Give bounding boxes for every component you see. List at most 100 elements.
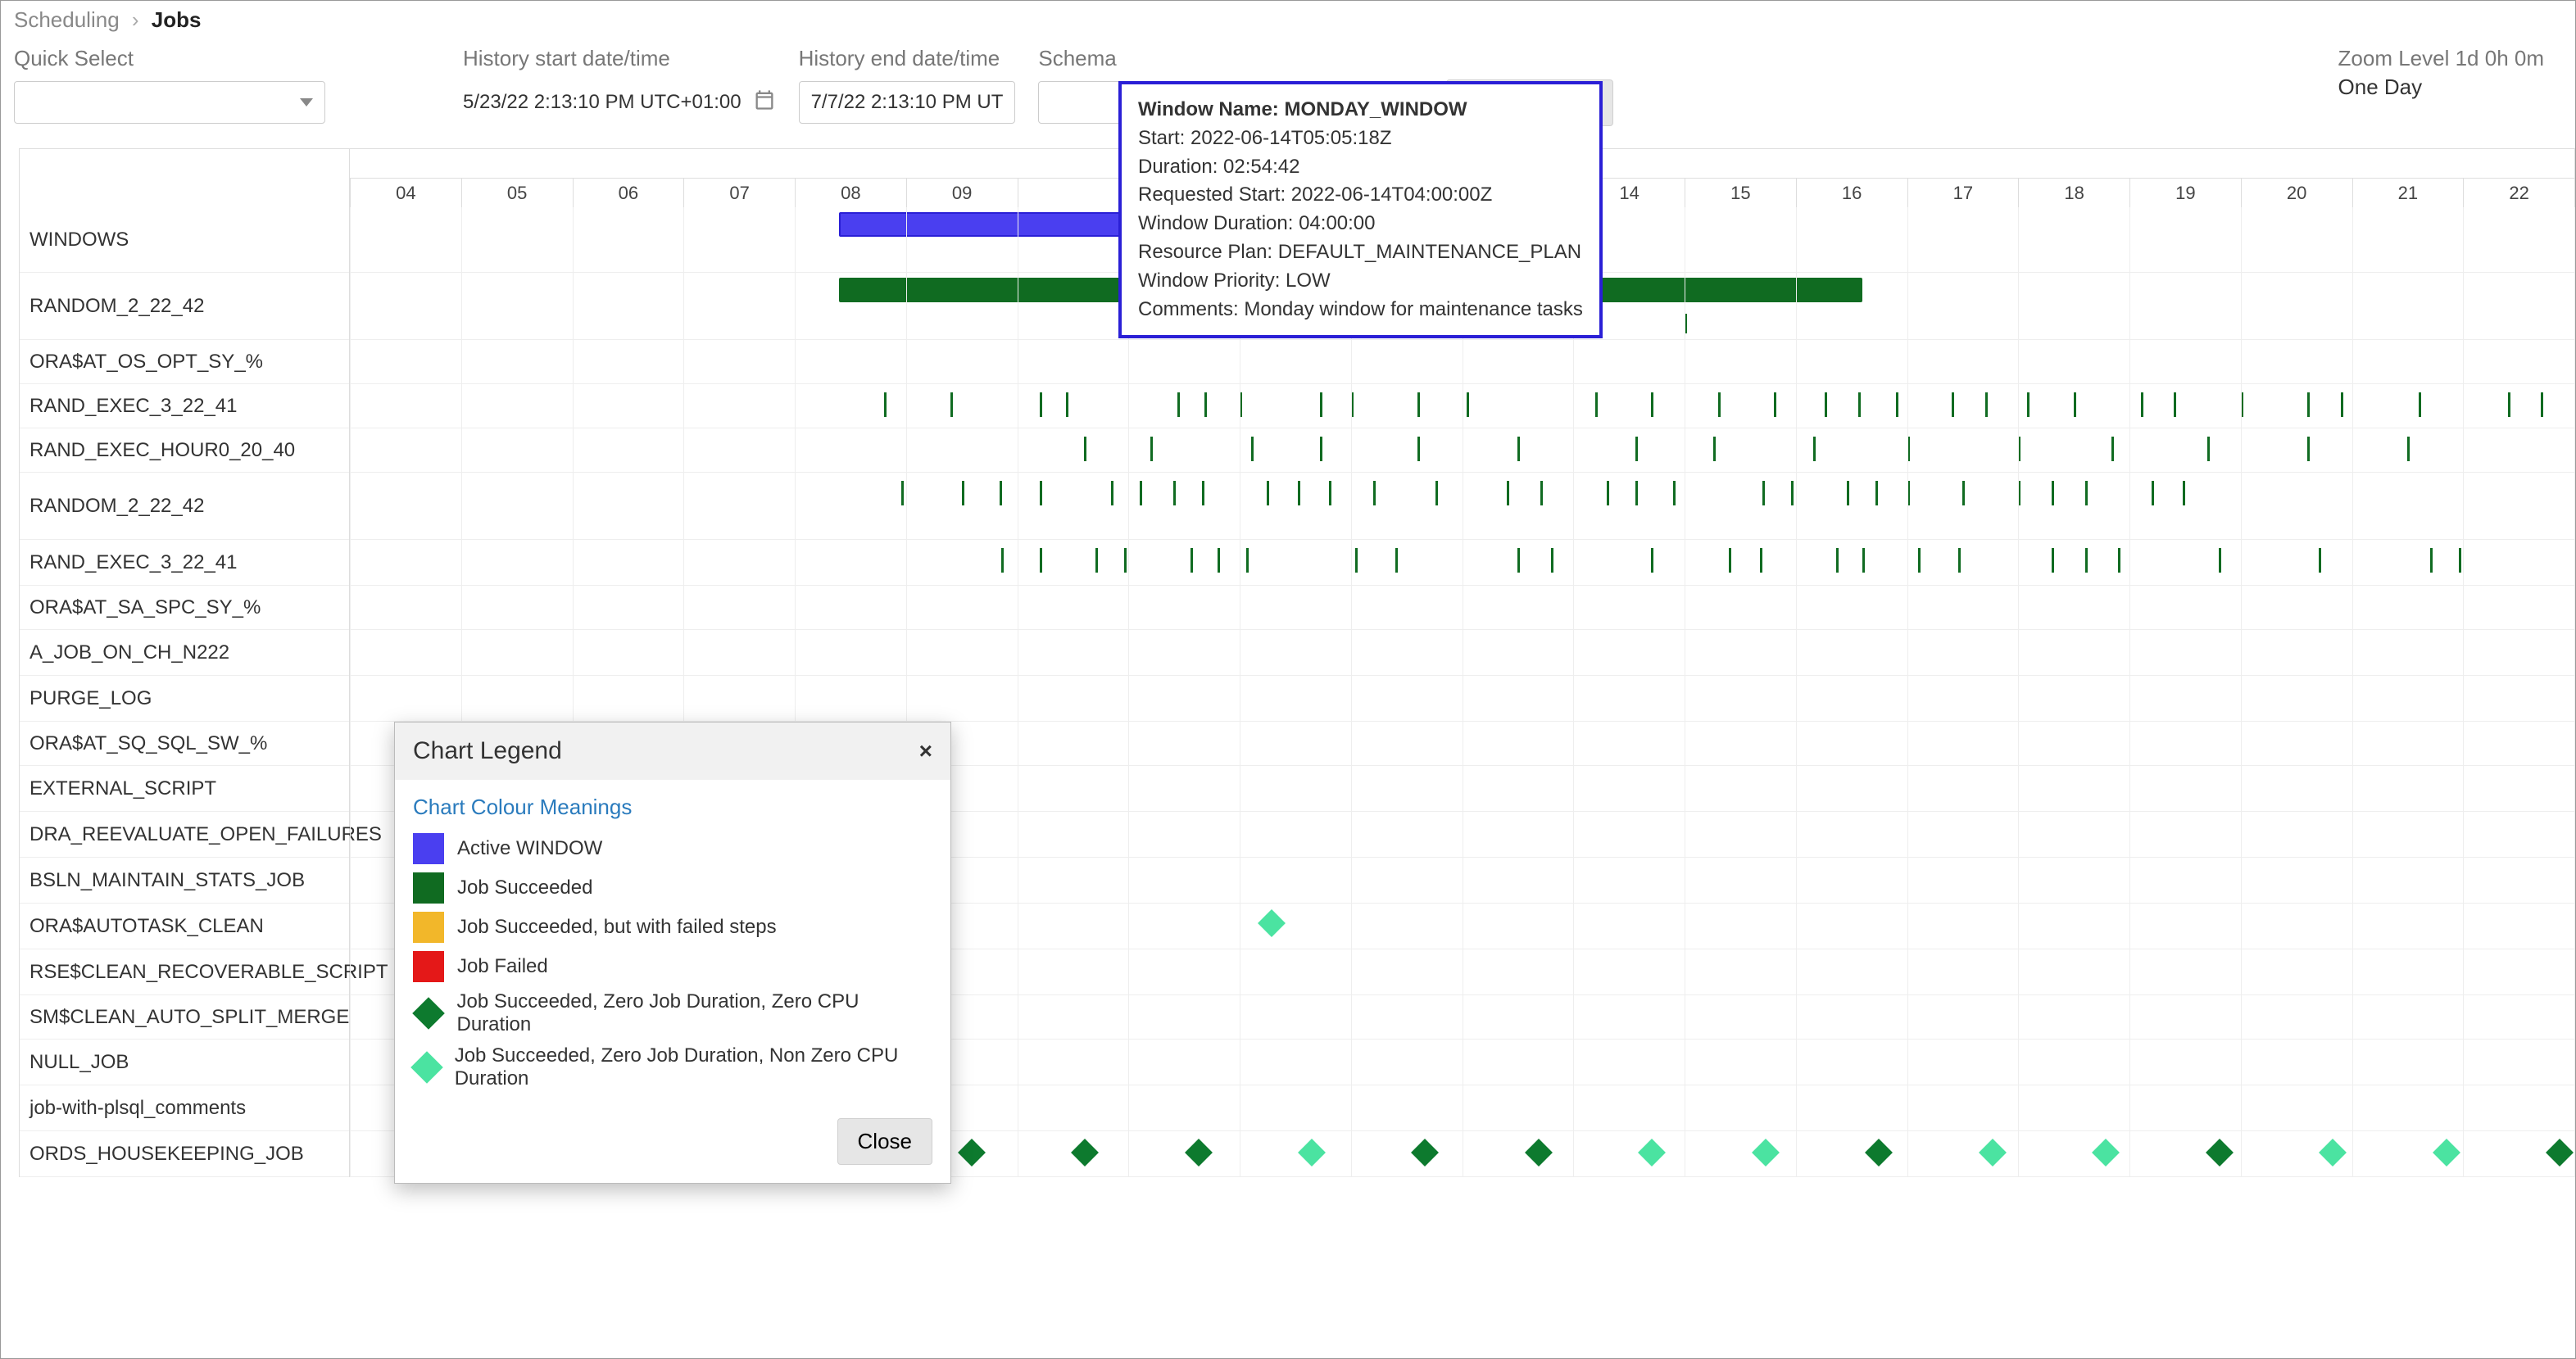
job-event-tick[interactable] (2419, 392, 2421, 417)
job-event-tick[interactable] (884, 392, 887, 417)
job-event-tick[interactable] (1190, 548, 1193, 573)
job-event-tick[interactable] (2174, 392, 2176, 417)
job-event-tick[interactable] (1962, 481, 1965, 505)
quick-select-dropdown[interactable] (14, 81, 325, 124)
job-event-tick[interactable] (1651, 548, 1653, 573)
job-event-tick[interactable] (2508, 392, 2510, 417)
job-event-tick[interactable] (2085, 481, 2088, 505)
job-event-tick[interactable] (2074, 392, 2076, 417)
job-event-tick[interactable] (1825, 392, 1827, 417)
job-event-diamond[interactable] (1752, 1139, 1780, 1166)
job-event-tick[interactable] (2341, 392, 2343, 417)
job-event-diamond[interactable] (2319, 1139, 2347, 1166)
close-button[interactable]: Close (837, 1118, 932, 1165)
job-event-tick[interactable] (1595, 392, 1598, 417)
job-event-tick[interactable] (1718, 392, 1721, 417)
job-event-tick[interactable] (2319, 548, 2321, 573)
breadcrumb-parent[interactable]: Scheduling (14, 7, 120, 32)
job-event-tick[interactable] (1952, 392, 1954, 417)
job-event-tick[interactable] (2459, 548, 2461, 573)
job-event-tick[interactable] (2541, 392, 2543, 417)
window-bar[interactable] (839, 212, 1159, 237)
job-event-tick[interactable] (1918, 548, 1921, 573)
job-event-tick[interactable] (1246, 548, 1249, 573)
job-event-diamond[interactable] (2546, 1139, 2574, 1166)
job-event-tick[interactable] (1204, 392, 1207, 417)
job-event-tick[interactable] (1124, 548, 1127, 573)
history-end-input[interactable]: 7/7/22 2:13:10 PM UT (799, 81, 1016, 124)
job-event-tick[interactable] (1762, 481, 1765, 505)
job-event-tick[interactable] (2307, 392, 2310, 417)
job-event-tick[interactable] (1417, 437, 1420, 461)
job-event-tick[interactable] (1066, 392, 1068, 417)
job-event-tick[interactable] (1084, 437, 1086, 461)
job-event-tick[interactable] (1791, 481, 1794, 505)
job-event-tick[interactable] (1435, 481, 1438, 505)
job-event-diamond[interactable] (1638, 1139, 1666, 1166)
job-event-tick[interactable] (1985, 392, 1988, 417)
job-event-tick[interactable] (1417, 392, 1420, 417)
job-event-tick[interactable] (1729, 548, 1731, 573)
job-event-tick[interactable] (1896, 392, 1898, 417)
job-event-tick[interactable] (2219, 548, 2221, 573)
job-event-diamond[interactable] (1071, 1139, 1099, 1166)
job-event-tick[interactable] (1958, 548, 1961, 573)
job-event-tick[interactable] (1858, 392, 1861, 417)
job-event-tick[interactable] (1673, 481, 1676, 505)
job-event-tick[interactable] (1355, 548, 1358, 573)
job-event-tick[interactable] (1298, 481, 1300, 505)
job-event-tick[interactable] (901, 481, 904, 505)
job-event-tick[interactable] (1267, 481, 1269, 505)
job-event-tick[interactable] (1000, 481, 1002, 505)
job-event-tick[interactable] (1329, 481, 1331, 505)
job-event-tick[interactable] (1140, 481, 1142, 505)
close-icon[interactable]: × (919, 738, 932, 764)
job-event-tick[interactable] (2027, 392, 2030, 417)
job-event-diamond[interactable] (1298, 1139, 1326, 1166)
job-event-tick[interactable] (1040, 392, 1042, 417)
job-event-tick[interactable] (1551, 548, 1553, 573)
job-event-tick[interactable] (2207, 437, 2210, 461)
job-event-tick[interactable] (962, 481, 964, 505)
job-event-tick[interactable] (1713, 437, 1716, 461)
job-event-diamond[interactable] (2433, 1139, 2460, 1166)
job-event-tick[interactable] (1813, 437, 1816, 461)
job-event-tick[interactable] (1774, 392, 1776, 417)
job-event-tick[interactable] (2407, 437, 2410, 461)
job-event-tick[interactable] (1517, 437, 1520, 461)
job-event-diamond[interactable] (2092, 1139, 2120, 1166)
job-event-diamond[interactable] (1979, 1139, 2007, 1166)
job-event-diamond[interactable] (2206, 1139, 2234, 1166)
job-event-tick[interactable] (1040, 481, 1042, 505)
job-event-tick[interactable] (1150, 437, 1153, 461)
job-event-tick[interactable] (1218, 548, 1220, 573)
job-event-tick[interactable] (1540, 481, 1543, 505)
job-event-tick[interactable] (1875, 481, 1878, 505)
job-event-diamond[interactable] (958, 1139, 986, 1166)
job-event-tick[interactable] (1760, 548, 1762, 573)
job-event-tick[interactable] (2085, 548, 2088, 573)
job-event-tick[interactable] (1507, 481, 1509, 505)
job-event-diamond[interactable] (1865, 1139, 1893, 1166)
job-event-tick[interactable] (1173, 481, 1176, 505)
job-event-diamond[interactable] (1412, 1139, 1440, 1166)
job-event-tick[interactable] (2183, 481, 2185, 505)
job-event-tick[interactable] (1607, 481, 1609, 505)
job-event-tick[interactable] (2052, 481, 2054, 505)
job-event-tick[interactable] (1251, 437, 1254, 461)
job-event-tick[interactable] (1001, 548, 1004, 573)
job-event-tick[interactable] (2052, 548, 2054, 573)
job-event-tick[interactable] (1373, 481, 1376, 505)
job-event-tick[interactable] (1320, 437, 1322, 461)
history-start-input[interactable]: 5/23/22 2:13:10 PM UTC+01:00 (463, 81, 776, 124)
job-event-tick[interactable] (1202, 481, 1204, 505)
job-event-tick[interactable] (950, 392, 953, 417)
job-event-tick[interactable] (2152, 481, 2154, 505)
job-event-tick[interactable] (1635, 481, 1638, 505)
job-event-tick[interactable] (1040, 548, 1042, 573)
job-event-tick[interactable] (1862, 548, 1865, 573)
job-event-tick[interactable] (1517, 548, 1520, 573)
job-event-tick[interactable] (1111, 481, 1113, 505)
job-event-tick[interactable] (1395, 548, 1398, 573)
job-event-tick[interactable] (1095, 548, 1098, 573)
